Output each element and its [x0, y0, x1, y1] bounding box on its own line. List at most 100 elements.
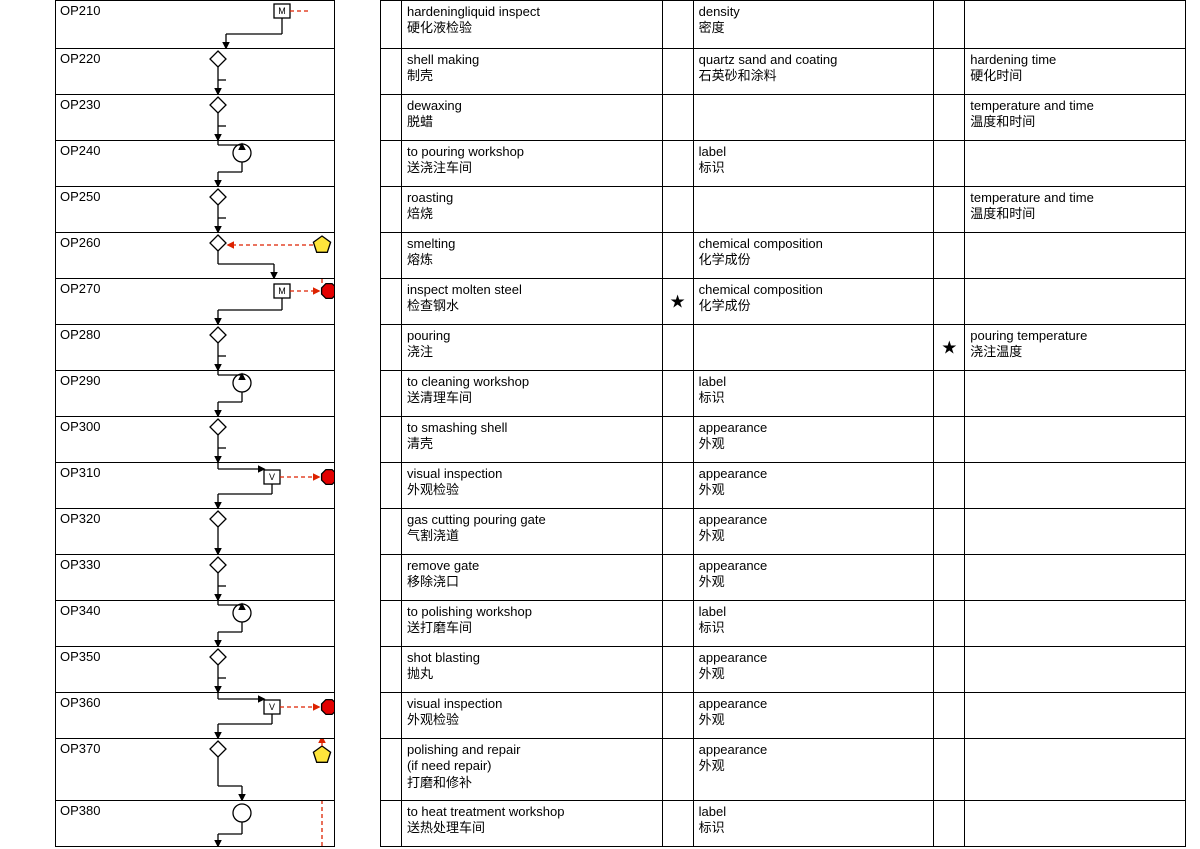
table-row: shell making制壳 quartz sand and coating石英砂…: [381, 49, 1186, 95]
table-row: to polishing workshop送打磨车间label标识: [381, 601, 1186, 647]
table-row: hardeningliquid inspect硬化液检验 density密度: [381, 1, 1186, 49]
star-cell-2: [934, 463, 965, 508]
desc-cell: roasting焙烧: [402, 187, 663, 232]
flow-svg: [132, 555, 334, 600]
flow-svg: M: [132, 279, 334, 324]
col3-cell: [965, 801, 1186, 846]
flow-row: OP230: [56, 95, 334, 141]
star-cell-2: [934, 371, 965, 416]
table-row: inspect molten steel检查钢水★chemical compos…: [381, 279, 1186, 325]
flow-column: OP210MOP220OP230OP240OP250OP260OP270MOP2…: [55, 0, 335, 847]
op-id: OP240: [56, 141, 132, 186]
star-cell-1: [663, 95, 694, 140]
flow-row: OP280: [56, 325, 334, 371]
desc-cell: hardeningliquid inspect硬化液检验: [402, 1, 663, 48]
star-cell-2: [934, 509, 965, 554]
flow-row: OP310V: [56, 463, 334, 509]
col3-cell: [965, 371, 1186, 416]
star-cell-1: [663, 417, 694, 462]
col3-cell: pouring temperature浇注温度: [965, 325, 1186, 370]
svg-text:M: M: [278, 286, 286, 296]
star-cell-1: ★: [663, 279, 694, 324]
desc-cell: pouring浇注: [402, 325, 663, 370]
gap: [381, 555, 402, 600]
col2-cell: quartz sand and coating石英砂和涂料: [694, 49, 935, 94]
flow-row: OP240: [56, 141, 334, 187]
flow-row: OP380: [56, 801, 334, 847]
star-icon: ★: [941, 337, 957, 358]
flow-svg: [132, 647, 334, 692]
desc-cell: inspect molten steel检查钢水: [402, 279, 663, 324]
process-table: hardeningliquid inspect硬化液检验density密度she…: [380, 0, 1186, 847]
col2-cell: appearance外观: [694, 647, 935, 692]
table-row: pouring浇注 ★ pouring temperature浇注温度: [381, 325, 1186, 371]
table-row: remove gate移除浇口appearance外观: [381, 555, 1186, 601]
flow-svg: [132, 141, 334, 186]
flow-svg: V: [132, 693, 334, 738]
col3-cell: [965, 233, 1186, 278]
flow-svg: V: [132, 463, 334, 508]
col2-cell: density密度: [694, 1, 935, 48]
flow-svg: [132, 187, 334, 232]
star-cell-1: [663, 555, 694, 600]
gap: [381, 187, 402, 232]
star-cell-2: [934, 279, 965, 324]
op-id: OP230: [56, 95, 132, 140]
gap: [381, 463, 402, 508]
star-cell-1: [663, 509, 694, 554]
op-id: OP370: [56, 739, 132, 800]
table-row: dewaxing脱蜡temperature and time温度和时间: [381, 95, 1186, 141]
table-row: smelting熔炼chemical composition化学成份: [381, 233, 1186, 279]
desc-cell: gas cutting pouring gate气割浇道: [402, 509, 663, 554]
flow-svg: M: [132, 1, 334, 48]
flow-svg: [132, 417, 334, 462]
gap: [381, 279, 402, 324]
star-cell-2: [934, 141, 965, 186]
flow-row: OP260: [56, 233, 334, 279]
desc-cell: to heat treatment workshop送热处理车间: [402, 801, 663, 846]
svg-text:V: V: [269, 702, 275, 712]
flow-row: OP350: [56, 647, 334, 693]
gap: [381, 371, 402, 416]
gap: [381, 647, 402, 692]
gap: [381, 801, 402, 846]
col2-cell: appearance外观: [694, 509, 935, 554]
op-id: OP330: [56, 555, 132, 600]
flow-row: OP300: [56, 417, 334, 463]
op-id: OP260: [56, 233, 132, 278]
flow-svg: [132, 801, 334, 846]
col2-cell: appearance外观: [694, 739, 935, 800]
op-id: OP270: [56, 279, 132, 324]
table-row: polishing and repair(if need repair)打磨和修…: [381, 739, 1186, 801]
op-id: OP250: [56, 187, 132, 232]
desc-cell: remove gate移除浇口: [402, 555, 663, 600]
gap: [381, 233, 402, 278]
table-row: to pouring workshop送浇注车间label标识: [381, 141, 1186, 187]
desc-cell: polishing and repair(if need repair)打磨和修…: [402, 739, 663, 800]
op-id: OP360: [56, 693, 132, 738]
op-id: OP280: [56, 325, 132, 370]
flow-svg: [132, 601, 334, 646]
desc-cell: visual inspection外观检验: [402, 693, 663, 738]
col3-cell: temperature and time温度和时间: [965, 95, 1186, 140]
op-id: OP220: [56, 49, 132, 94]
col3-cell: [965, 417, 1186, 462]
col3-cell: [965, 555, 1186, 600]
star-cell-1: [663, 187, 694, 232]
op-id: OP300: [56, 417, 132, 462]
star-cell-1: [663, 49, 694, 94]
star-icon: ★: [670, 291, 686, 312]
table-row: visual inspection外观检验 appearance外观: [381, 693, 1186, 739]
col2-cell: appearance外观: [694, 693, 935, 738]
flow-row: OP250: [56, 187, 334, 233]
op-id: OP350: [56, 647, 132, 692]
star-cell-2: [934, 739, 965, 800]
star-cell-1: [663, 371, 694, 416]
desc-cell: to polishing workshop送打磨车间: [402, 601, 663, 646]
flow-svg: [132, 739, 334, 800]
desc-cell: shell making制壳: [402, 49, 663, 94]
flow-svg: [132, 233, 334, 278]
flow-row: OP340: [56, 601, 334, 647]
table-row: to smashing shell清壳appearance外观: [381, 417, 1186, 463]
col2-cell: label标识: [694, 371, 935, 416]
